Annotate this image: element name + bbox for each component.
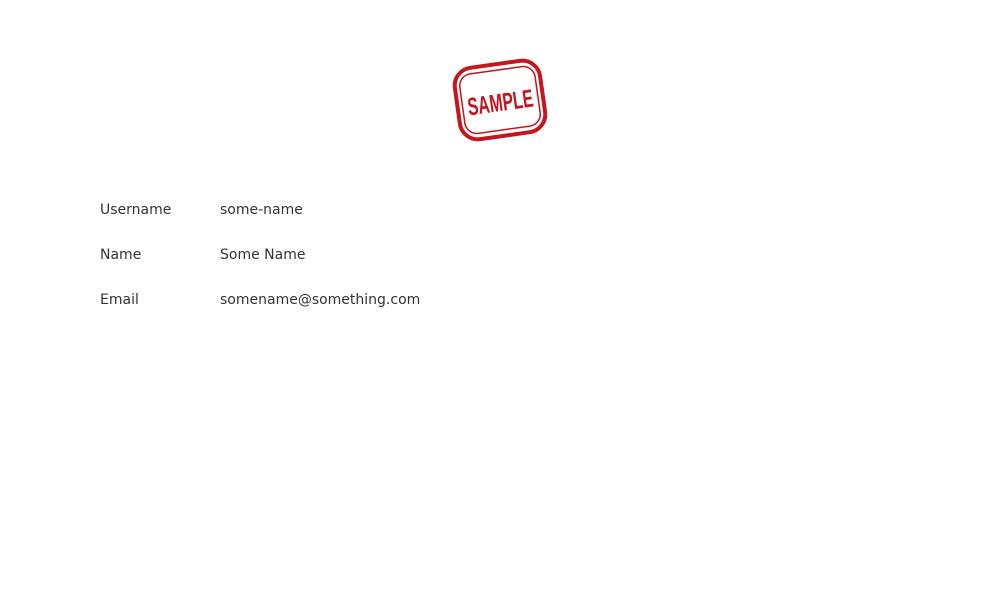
username-label: Username xyxy=(100,202,172,218)
stamp-icon: SAMPLE xyxy=(452,58,548,142)
email-value: somename@something.com xyxy=(220,292,421,308)
profile-row-email: Email somename@something.com xyxy=(100,290,420,335)
profile-details: Username some-name Name Some Name Email … xyxy=(100,200,420,335)
email-label: Email xyxy=(100,292,139,308)
profile-row-name: Name Some Name xyxy=(100,245,420,290)
profile-row-username: Username some-name xyxy=(100,200,420,245)
username-value: some-name xyxy=(220,202,303,218)
name-value: Some Name xyxy=(220,247,306,263)
stamp-text: SAMPLE xyxy=(466,85,535,122)
name-label: Name xyxy=(100,247,142,263)
sample-stamp-logo: SAMPLE xyxy=(448,54,552,146)
